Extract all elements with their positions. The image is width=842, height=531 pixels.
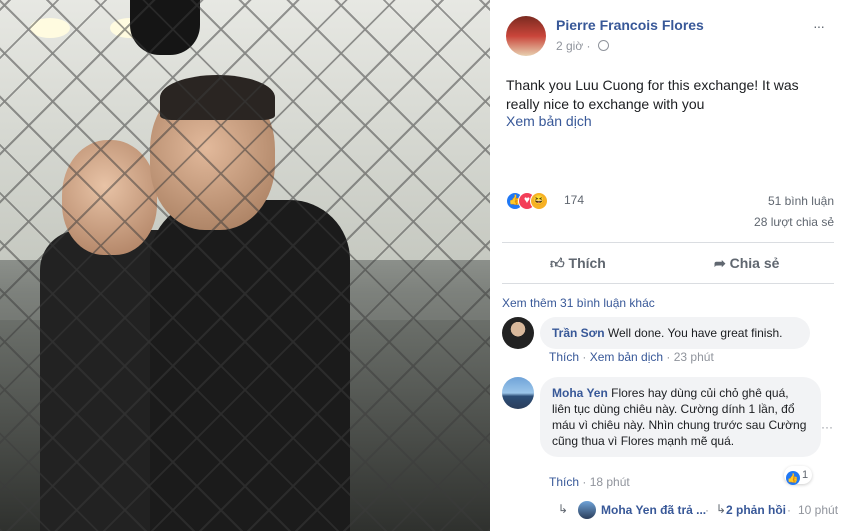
avatar[interactable]	[502, 317, 534, 349]
post-time-label[interactable]: 2 giờ	[556, 39, 583, 53]
more-options-icon[interactable]: ···	[813, 18, 825, 34]
comment-time[interactable]: 23 phút	[674, 350, 714, 364]
avatar[interactable]	[502, 377, 534, 409]
reaction-count[interactable]: 174	[564, 193, 584, 207]
globe-icon	[597, 40, 609, 51]
comment-options-icon[interactable]: ···	[821, 420, 833, 434]
like-button-label: Thích	[568, 255, 606, 271]
share-button-label: Chia sẻ	[729, 255, 780, 271]
shares-count[interactable]: 28 lượt chia sẻ	[754, 215, 834, 229]
cage-fence	[0, 0, 490, 531]
comment-reaction-count[interactable]: 👍 1	[784, 466, 813, 485]
reply-time: 10 phút	[798, 503, 839, 517]
comment-reaction-number: 1	[802, 469, 809, 481]
comment-text: Well done. You have great finish.	[607, 326, 783, 340]
comment-meta: Thích · 18 phút	[549, 475, 630, 489]
author-avatar[interactable]	[506, 16, 546, 56]
comment-translate-link[interactable]: Xem bản dịch	[590, 350, 663, 364]
reply-arrow-icon: ↳	[716, 502, 727, 516]
author-name[interactable]: Pierre Francois Flores	[556, 17, 704, 33]
comment-like-link[interactable]: Thích	[549, 475, 579, 489]
commenter-name[interactable]: Trần Sơn	[552, 326, 605, 340]
comments-count[interactable]: 51 bình luận	[768, 194, 834, 208]
commenter-name[interactable]: Moha Yen	[552, 386, 608, 400]
thumbs-up-icon: 👍︎	[550, 255, 565, 271]
divider	[502, 283, 834, 284]
divider	[502, 242, 834, 243]
reply-arrow-icon: ↳	[558, 502, 569, 516]
post-text: Thank you Luu Cuong for this exchange! I…	[506, 77, 799, 112]
share-arrow-icon: ➦	[714, 255, 726, 271]
comment-bubble: Moha Yen Flores hay dùng củi chỏ ghê quá…	[540, 377, 821, 457]
separator: ·	[787, 503, 791, 517]
comment-time[interactable]: 18 phút	[590, 475, 630, 489]
post-photo[interactable]	[0, 0, 490, 531]
avatar	[578, 501, 596, 519]
post-time[interactable]: 2 giờ ·	[556, 39, 609, 53]
translate-link[interactable]: Xem bản dịch	[506, 113, 592, 129]
separator: ·	[705, 503, 709, 517]
reply-preview-link[interactable]: Moha Yen đã trả ...	[601, 503, 706, 517]
share-button[interactable]: ➦ Chia sẻ	[714, 255, 779, 272]
view-replies-link[interactable]: 2 phản hồi	[726, 503, 786, 517]
like-icon: 👍	[786, 471, 800, 485]
comment-like-link[interactable]: Thích	[549, 350, 579, 364]
post-side-panel: Pierre Francois Flores 2 giờ · ··· Thank…	[490, 0, 842, 531]
view-more-comments-link[interactable]: Xem thêm 31 bình luận khác	[502, 296, 655, 310]
comment-meta: Thích · Xem bản dịch · 23 phút	[549, 350, 714, 364]
comment-bubble: Trần Sơn Well done. You have great finis…	[540, 317, 810, 349]
haha-icon: 😆	[530, 192, 548, 210]
like-button[interactable]: 👍︎ Thích	[550, 255, 606, 272]
